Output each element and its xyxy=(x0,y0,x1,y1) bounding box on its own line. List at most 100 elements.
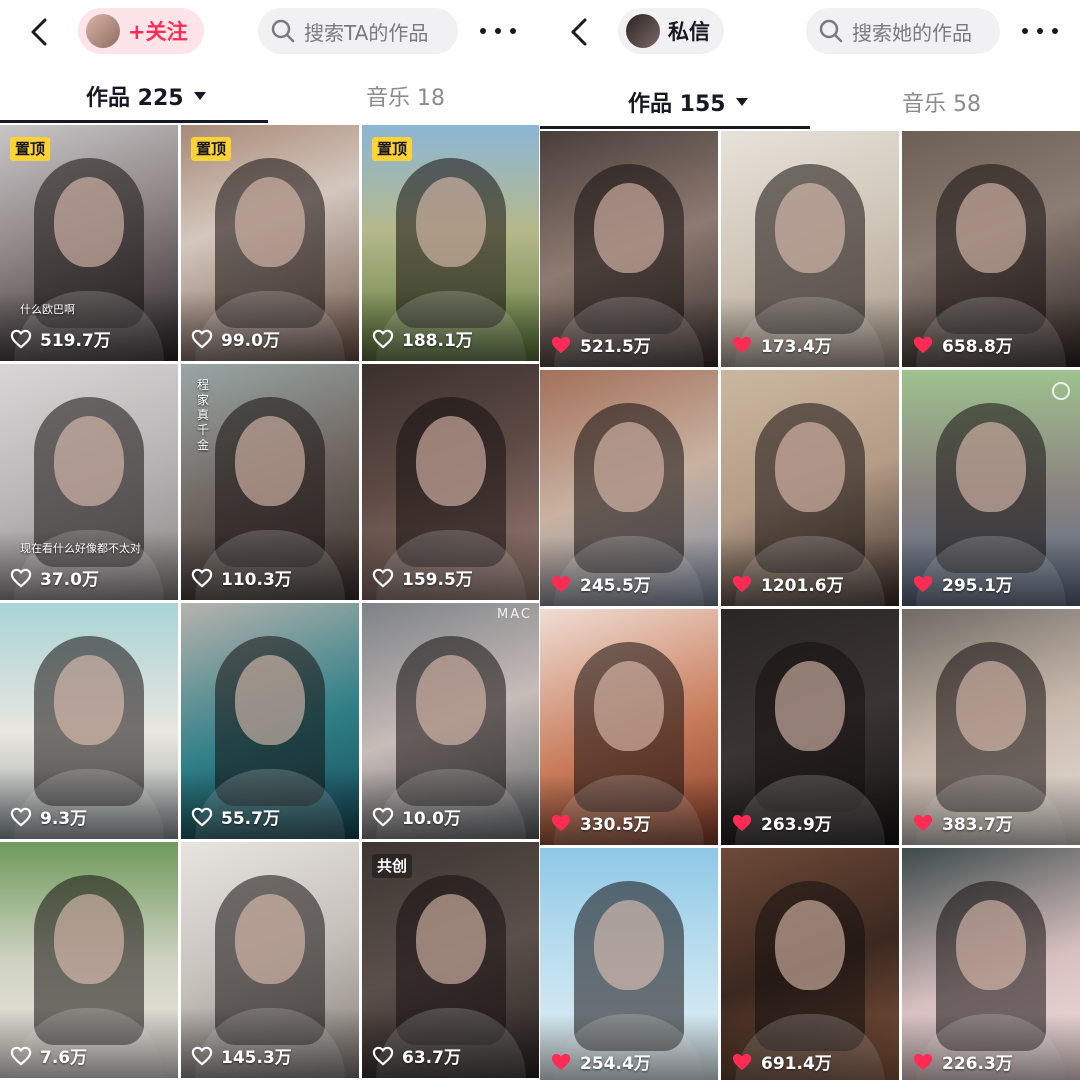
like-count: 295.1万 xyxy=(912,571,1013,596)
dot-icon xyxy=(1052,28,1058,34)
video-thumbnail[interactable]: 226.3万 xyxy=(902,848,1080,1080)
portrait-face-shape xyxy=(775,660,845,751)
heart-outline-icon xyxy=(10,568,32,587)
like-count-value: 383.7万 xyxy=(942,815,1013,835)
video-thumbnail[interactable]: 295.1万 xyxy=(902,370,1080,606)
like-count: 658.8万 xyxy=(912,332,1013,357)
heart-filled-icon xyxy=(913,1053,933,1070)
like-count: 245.5万 xyxy=(550,571,651,596)
video-thumbnail[interactable]: 383.7万 xyxy=(902,609,1080,845)
video-thumbnail[interactable]: 330.5万 xyxy=(540,609,718,845)
video-thumbnail[interactable]: MAC 10.0万 xyxy=(362,603,540,839)
active-tab-underline xyxy=(540,126,810,129)
like-count-value: 295.1万 xyxy=(942,576,1013,596)
video-thumbnail[interactable]: 173.4万 xyxy=(721,131,899,367)
portrait-face-shape xyxy=(416,654,486,745)
video-grid: 置顶什么欧巴啊 519.7万 置顶 99.0万 置顶 188.1万现在看什么好像都不太对 3… xyxy=(0,125,540,1078)
like-count-value: 226.3万 xyxy=(942,1054,1013,1074)
video-thumbnail[interactable]: 共创 63.7万 xyxy=(362,842,540,1078)
like-count: 263.9万 xyxy=(731,810,832,835)
like-count: 99.0万 xyxy=(191,326,280,351)
video-grid: 521.5万 173.4万 658.8万 245.5万 1201.6万 295.1万 330… xyxy=(540,131,1080,1080)
video-thumbnail[interactable]: 691.4万 xyxy=(721,848,899,1080)
dot-icon xyxy=(480,28,486,34)
like-count: 1201.6万 xyxy=(731,571,844,596)
dot-icon xyxy=(510,28,516,34)
follow-label: +关注 xyxy=(128,20,188,44)
like-count: 691.4万 xyxy=(731,1049,832,1074)
more-options-button[interactable] xyxy=(1022,16,1058,46)
heart-filled-icon xyxy=(732,1053,752,1070)
like-count: 7.6万 xyxy=(10,1043,87,1068)
video-thumbnail[interactable]: 7.6万 xyxy=(0,842,178,1078)
like-count: 159.5万 xyxy=(372,565,473,590)
like-count: 37.0万 xyxy=(10,565,99,590)
active-tab-underline xyxy=(0,120,268,123)
tab-works[interactable]: 作品 225 xyxy=(86,72,206,120)
heart-filled-icon xyxy=(732,814,752,831)
tab-works[interactable]: 作品 155 xyxy=(628,78,748,126)
video-thumbnail[interactable]: 245.5万 xyxy=(540,370,718,606)
heart-filled-icon xyxy=(551,575,571,592)
video-thumbnail[interactable]: 程家真千金 110.3万 xyxy=(181,364,359,600)
message-button[interactable]: 私信 xyxy=(618,8,724,54)
pinned-badge: 置顶 xyxy=(191,137,232,161)
heart-filled-icon xyxy=(732,575,752,592)
chevron-left-icon xyxy=(31,18,47,46)
portrait-face-shape xyxy=(594,899,664,990)
video-thumbnail[interactable]: 658.8万 xyxy=(902,131,1080,367)
video-thumbnail[interactable]: 521.5万 xyxy=(540,131,718,367)
like-count-value: 519.7万 xyxy=(40,331,111,351)
follow-button[interactable]: +关注 xyxy=(78,8,204,54)
back-button[interactable] xyxy=(28,16,50,48)
tab-music[interactable]: 音乐 18 xyxy=(366,72,445,120)
video-thumbnail[interactable]: 现在看什么好像都不太对 37.0万 xyxy=(0,364,178,600)
like-count-value: 173.4万 xyxy=(761,337,832,357)
portrait-face-shape xyxy=(54,176,124,267)
video-thumbnail[interactable]: 置顶什么欧巴啊 519.7万 xyxy=(0,125,178,361)
left-profile-panel: +关注 搜索TA的作品 作品 225 音乐 18 置顶 什么欧巴啊 519.7万 置顶… xyxy=(0,0,540,1080)
portrait-face-shape xyxy=(775,421,845,512)
video-thumbnail[interactable]: 1201.6万 xyxy=(721,370,899,606)
like-count-value: 9.3万 xyxy=(40,809,88,829)
search-placeholder: 搜索她的作品 xyxy=(852,20,972,45)
pinned-badge: 置顶 xyxy=(372,137,413,161)
video-thumbnail[interactable]: 254.4万 xyxy=(540,848,718,1080)
like-count-value: 37.0万 xyxy=(40,570,99,590)
search-input[interactable]: 搜索TA的作品 xyxy=(258,8,458,54)
tab-music[interactable]: 音乐 58 xyxy=(902,78,981,126)
video-thumbnail[interactable]: 9.3万 xyxy=(0,603,178,839)
portrait-face-shape xyxy=(956,660,1026,751)
dot-icon xyxy=(1022,28,1028,34)
more-options-button[interactable] xyxy=(480,16,516,46)
avatar xyxy=(86,14,120,48)
like-count: 254.4万 xyxy=(550,1049,651,1074)
video-caption: 什么欧巴啊 xyxy=(20,303,75,316)
heart-outline-icon xyxy=(372,1046,394,1065)
search-icon xyxy=(271,19,295,43)
like-count: 226.3万 xyxy=(912,1049,1013,1074)
portrait-face-shape xyxy=(54,654,124,745)
header-bar: 私信 搜索她的作品 xyxy=(540,0,1080,66)
heart-outline-icon xyxy=(191,807,213,826)
heart-filled-icon xyxy=(732,336,752,353)
search-input[interactable]: 搜索她的作品 xyxy=(806,8,1000,54)
like-count-value: 159.5万 xyxy=(402,570,473,590)
tab-works-label: 作品 225 xyxy=(86,86,184,111)
like-count-value: 145.3万 xyxy=(221,1048,292,1068)
video-thumbnail[interactable]: 263.9万 xyxy=(721,609,899,845)
heart-filled-icon xyxy=(913,814,933,831)
profile-tabs: 作品 225 音乐 18 xyxy=(0,72,540,124)
search-icon xyxy=(819,19,843,43)
like-count: 383.7万 xyxy=(912,810,1013,835)
pinned-badge: 置顶 xyxy=(10,137,51,161)
video-thumbnail[interactable]: 置顶 188.1万 xyxy=(362,125,540,361)
back-button[interactable] xyxy=(568,16,590,48)
video-thumbnail[interactable]: 55.7万 xyxy=(181,603,359,839)
video-thumbnail[interactable]: 145.3万 xyxy=(181,842,359,1078)
video-thumbnail[interactable]: 159.5万 xyxy=(362,364,540,600)
like-count-value: 263.9万 xyxy=(761,815,832,835)
portrait-face-shape xyxy=(235,415,305,506)
heart-filled-icon xyxy=(551,336,571,353)
video-thumbnail[interactable]: 置顶 99.0万 xyxy=(181,125,359,361)
